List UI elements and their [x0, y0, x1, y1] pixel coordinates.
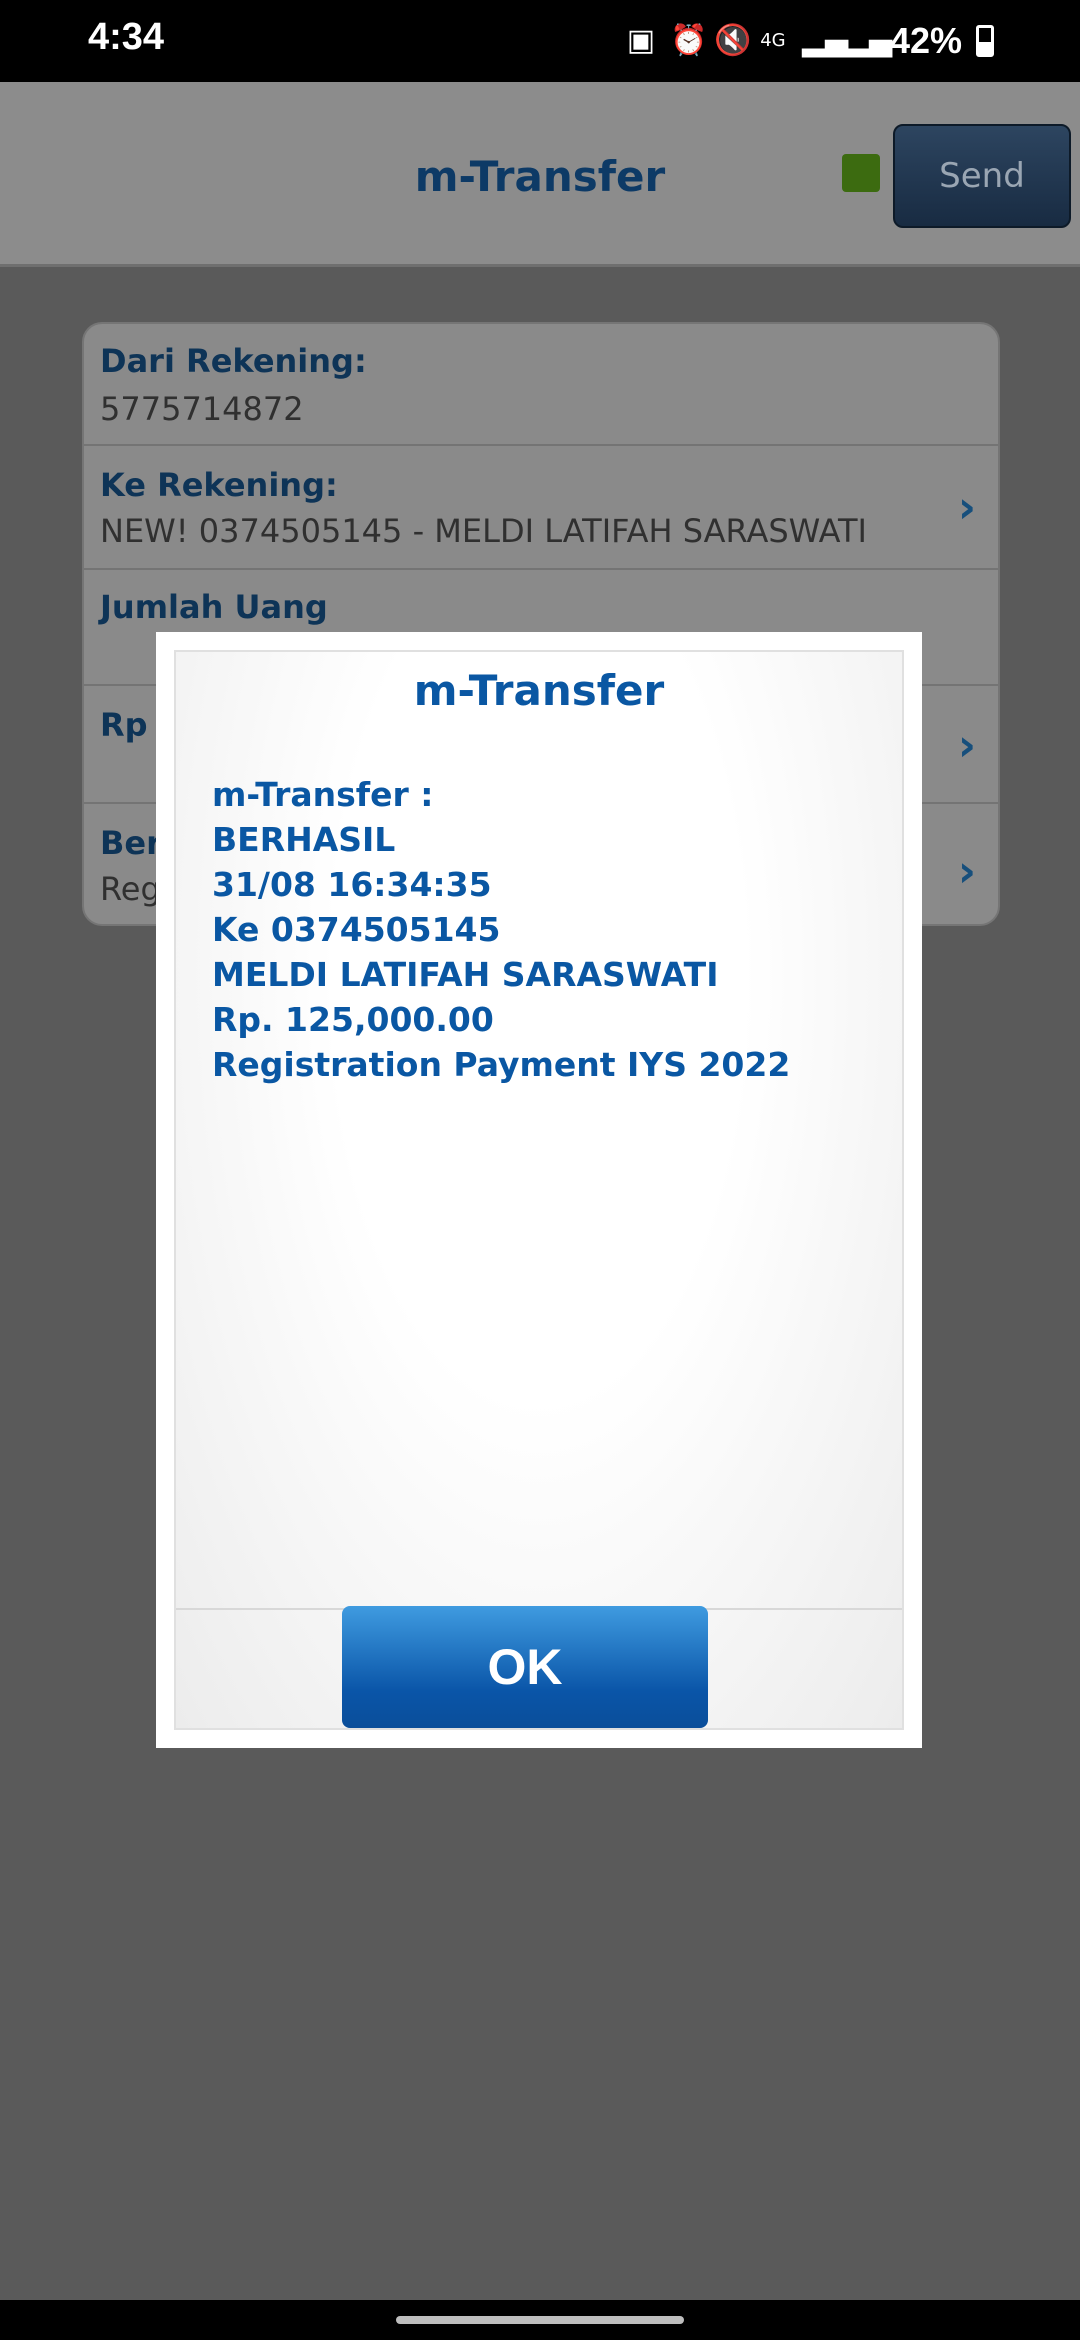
message-line: Registration Payment IYS 2022: [212, 1045, 791, 1084]
network-type-icon: 4G: [760, 30, 786, 51]
message-line: m-Transfer :: [212, 775, 434, 814]
app-header: m-Transfer Send: [0, 82, 1080, 267]
from-account-value: 5775714872: [100, 390, 304, 428]
to-account-value: NEW! 0374505145 - MELDI LATIFAH SARASWAT…: [100, 512, 867, 550]
send-button[interactable]: Send: [893, 124, 1071, 228]
dialog-title: m-Transfer: [413, 666, 665, 715]
message-line: BERHASIL: [212, 820, 396, 859]
message-line: Rp. 125,000.00: [212, 1000, 494, 1039]
status-icons: ▣ ⏰ 🔇 4G ▂▄ ▂▄ 42%: [626, 18, 994, 64]
ok-button[interactable]: OK: [342, 1606, 708, 1728]
status-bar: 4:34 ▣ ⏰ 🔇 4G ▂▄ ▂▄ 42%: [0, 0, 1080, 82]
from-account-label: Dari Rekening:: [100, 342, 367, 380]
currency-label: Rp: [100, 706, 148, 744]
battery-icon: [976, 25, 994, 57]
dialog-message: m-Transfer : BERHASIL 31/08 16:34:35 Ke …: [212, 772, 862, 1087]
status-indicator: [842, 154, 880, 192]
to-account-row[interactable]: Ke Rekening: NEW! 0374505145 - MELDI LAT…: [84, 446, 998, 570]
from-account-row: Dari Rekening: 5775714872: [84, 324, 998, 446]
alarm-icon: ⏰: [669, 23, 708, 58]
battery-saver-icon: ▣: [626, 23, 656, 58]
result-dialog: m-Transfer m-Transfer : BERHASIL 31/08 1…: [156, 632, 922, 1748]
note-value: Reg: [100, 870, 161, 908]
to-account-label: Ke Rekening:: [100, 466, 338, 504]
signal-icon-2: ▂▄: [845, 23, 893, 58]
chevron-right-icon: ›: [957, 846, 976, 897]
message-line: Ke 0374505145: [212, 910, 501, 949]
message-line: 31/08 16:34:35: [212, 865, 492, 904]
nav-bar: [0, 2300, 1080, 2340]
signal-icon: ▂▄: [801, 23, 849, 58]
chevron-right-icon: ›: [957, 482, 976, 533]
amount-label: Jumlah Uang: [100, 588, 328, 626]
mute-icon: 🔇: [713, 23, 752, 58]
home-indicator[interactable]: [396, 2316, 684, 2324]
dialog-body: m-Transfer m-Transfer : BERHASIL 31/08 1…: [174, 650, 904, 1730]
status-time: 4:34: [88, 16, 165, 58]
battery-percent: 42%: [889, 20, 962, 61]
message-line: MELDI LATIFAH SARASWATI: [212, 955, 719, 994]
chevron-right-icon: ›: [957, 720, 976, 771]
